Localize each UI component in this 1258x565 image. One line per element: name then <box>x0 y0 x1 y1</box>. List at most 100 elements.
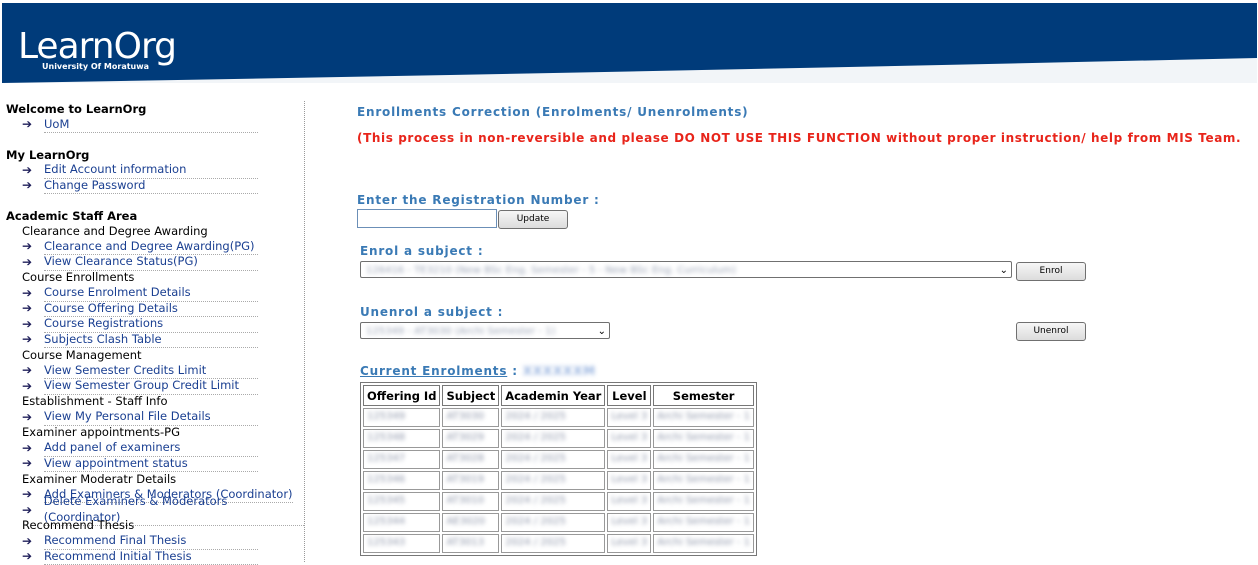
table-cell: 2024 / 2025 <box>501 513 605 532</box>
cell-value: Archi Semester - 1 <box>657 495 750 506</box>
sidebar-link-label[interactable]: View My Personal File Details <box>44 409 258 426</box>
unenrol-button[interactable]: Unenrol <box>1016 322 1086 341</box>
site-header: LearnOrg University Of Moratuwa <box>2 3 1257 83</box>
arrow-right-icon: ➔ <box>22 487 44 503</box>
sidebar-link-label[interactable]: Edit Account information <box>44 162 258 179</box>
sidebar-link-label[interactable]: Recommend Initial Thesis <box>44 549 258 565</box>
sidebar-link-label[interactable]: Subjects Clash Table <box>44 332 258 349</box>
arrow-right-icon: ➔ <box>22 410 44 426</box>
sidebar-link-label[interactable]: View Semester Credits Limit <box>44 363 258 380</box>
table-cell: 2024 / 2025 <box>501 450 605 469</box>
unenrol-subject-select[interactable]: 125349 - AT3030 (Archi Semester - 1) ⌄ <box>360 322 610 339</box>
table-cell: Level 3 <box>607 513 651 532</box>
arrow-right-icon: ➔ <box>22 332 44 348</box>
cell-value: 2024 / 2025 <box>505 516 566 527</box>
cell-value: 2024 / 2025 <box>505 474 566 485</box>
sidebar-link[interactable]: ➔View Clearance Status(PG) <box>6 255 304 271</box>
sidebar-link[interactable]: ➔Clearance and Degree Awarding(PG) <box>6 239 304 255</box>
header-background <box>2 3 1257 83</box>
sidebar-link[interactable]: ➔Delete Examiners & Moderators (Coordina… <box>6 503 304 519</box>
cell-value: Level 3 <box>611 537 647 548</box>
table-cell: Level 3 <box>607 450 651 469</box>
table-row: 125345AT30102024 / 2025Level 3Archi Seme… <box>363 492 754 511</box>
cell-value: 125348 <box>367 432 405 443</box>
column-header: Semester <box>653 385 754 406</box>
arrow-right-icon: ➔ <box>22 178 44 194</box>
warning-text: (This process in non-reversible and plea… <box>357 131 1241 145</box>
table-cell: 125344 <box>363 513 440 532</box>
sidebar-link[interactable]: ➔Course Registrations <box>6 317 304 333</box>
sidebar-link-label[interactable]: Clearance and Degree Awarding(PG) <box>44 239 258 256</box>
arrow-right-icon: ➔ <box>22 503 44 519</box>
table-cell: Archi Semester - 1 <box>653 450 754 469</box>
cell-value: AT3019 <box>446 474 484 485</box>
cell-value: 125343 <box>367 537 405 548</box>
cell-value: Archi Semester - 1 <box>657 537 750 548</box>
sidebar-link-label[interactable]: Recommend Final Thesis <box>44 533 258 550</box>
enrol-label: Enrol a subject : <box>360 244 483 258</box>
table-cell: AT3030 <box>442 408 499 427</box>
sidebar-nav: Welcome to LearnOrg➔UoMMy LearnOrg➔Edit … <box>6 101 305 562</box>
sidebar-section-title: Academic Staff Area <box>6 208 304 224</box>
table-cell: 125343 <box>363 534 440 553</box>
sidebar-link[interactable]: ➔UoM <box>6 117 304 133</box>
sidebar-link-label[interactable]: Change Password <box>44 178 258 195</box>
enrol-subject-select[interactable]: 126416 - TE3210 (New BSc Eng. Semester -… <box>360 261 1012 278</box>
arrow-right-icon: ➔ <box>22 317 44 333</box>
unenrol-selected-value: 125349 - AT3030 (Archi Semester - 1) <box>366 326 555 337</box>
chevron-down-icon: ⌄ <box>598 323 606 339</box>
table-cell: Level 3 <box>607 534 651 553</box>
sidebar-link-label[interactable]: UoM <box>44 117 258 134</box>
arrow-right-icon: ➔ <box>22 534 44 550</box>
sidebar-link-label[interactable]: View Semester Group Credit Limit <box>44 378 258 395</box>
sidebar-link[interactable]: ➔View Semester Credits Limit <box>6 363 304 379</box>
sidebar-link[interactable]: ➔Course Enrolment Details <box>6 286 304 302</box>
sidebar-link[interactable]: ➔Course Offering Details <box>6 301 304 317</box>
enrol-button[interactable]: Enrol <box>1016 262 1086 281</box>
table-cell: 125346 <box>363 471 440 490</box>
table-cell: 2024 / 2025 <box>501 534 605 553</box>
sidebar-link[interactable]: ➔View Semester Group Credit Limit <box>6 379 304 395</box>
sidebar-link[interactable]: ➔Change Password <box>6 178 304 194</box>
sidebar-group-heading: Course Enrollments <box>6 270 304 286</box>
table-cell: AT3013 <box>442 534 499 553</box>
cell-value: Archi Semester - 1 <box>657 453 750 464</box>
sidebar-link[interactable]: ➔Edit Account information <box>6 163 304 179</box>
sidebar-link-label[interactable]: View appointment status <box>44 456 258 473</box>
update-button[interactable]: Update <box>498 210 568 229</box>
cell-value: 2024 / 2025 <box>505 537 566 548</box>
table-cell: 2024 / 2025 <box>501 429 605 448</box>
sidebar-section-gap <box>6 194 304 208</box>
sidebar-link[interactable]: ➔View appointment status <box>6 456 304 472</box>
table-cell: Archi Semester - 1 <box>653 429 754 448</box>
sidebar-link-label[interactable]: Course Enrolment Details <box>44 285 258 302</box>
learnorg-logo[interactable]: LearnOrg University Of Moratuwa <box>18 29 176 65</box>
sidebar-link-label[interactable]: Course Registrations <box>44 316 258 333</box>
table-cell: Archi Semester - 1 <box>653 534 754 553</box>
sidebar-link[interactable]: ➔Recommend Initial Thesis <box>6 549 304 565</box>
registration-number-input[interactable] <box>357 209 497 228</box>
table-row: 125343 AT3013 2024 / 2025 Level 3 Archi Seme… <box>363 534 754 553</box>
cell-value: Level 3 <box>611 432 647 443</box>
column-header: Offering Id <box>363 385 440 406</box>
current-enrolments-link[interactable]: Current Enrolments <box>360 364 507 378</box>
cell-value: Archi Semester - 1 <box>657 516 750 527</box>
column-header: Level <box>607 385 651 406</box>
sidebar-link[interactable]: ➔Recommend Final Thesis <box>6 534 304 550</box>
sidebar-section-title: My LearnOrg <box>6 147 304 163</box>
arrow-right-icon: ➔ <box>22 301 44 317</box>
cell-value: Archi Semester - 1 <box>657 432 750 443</box>
sidebar-link-label[interactable]: Course Offering Details <box>44 301 258 318</box>
table-cell: AT3019 <box>442 471 499 490</box>
table-cell: Level 3 <box>607 429 651 448</box>
sidebar-link[interactable]: ➔Add panel of examiners <box>6 441 304 457</box>
table-cell: Level 3 <box>607 492 651 511</box>
sidebar-group-heading: Course Management <box>6 348 304 364</box>
sidebar-link[interactable]: ➔View My Personal File Details <box>6 410 304 426</box>
sidebar-link-label[interactable]: Add panel of examiners <box>44 440 258 457</box>
sidebar-group-heading: Clearance and Degree Awarding <box>6 224 304 240</box>
sidebar-link[interactable]: ➔Subjects Clash Table <box>6 332 304 348</box>
sidebar-link-label[interactable]: View Clearance Status(PG) <box>44 254 258 271</box>
cell-value: AT3013 <box>446 537 484 548</box>
table-row: 125349AT30302024 / 2025Level 3Archi Seme… <box>363 408 754 427</box>
